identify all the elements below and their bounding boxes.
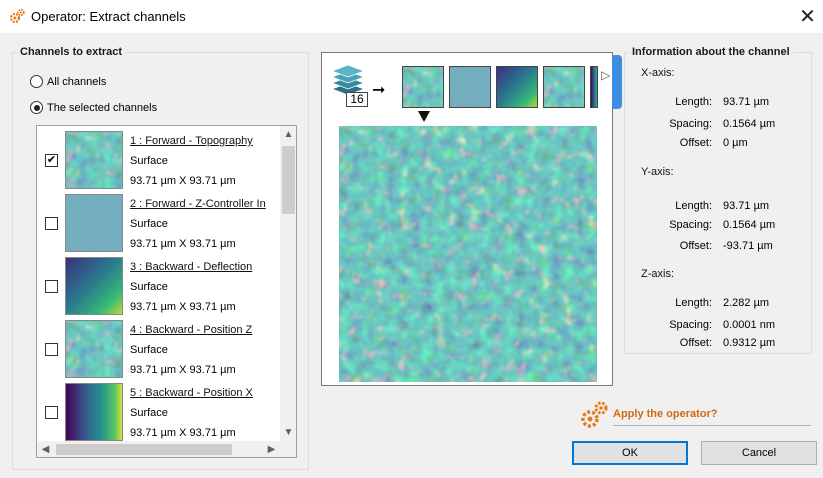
channel-checkbox[interactable] xyxy=(45,343,58,356)
radio-selected-channels[interactable]: The selected channels xyxy=(30,101,157,114)
gears-icon xyxy=(581,401,608,428)
vertical-scrollbar[interactable]: ▲ ▼ xyxy=(280,126,296,441)
apply-operator-row: Apply the operator? xyxy=(580,400,812,430)
list-item[interactable]: 3 : Backward - Deflection Surface 93.71 … xyxy=(37,255,280,318)
x-offset-key: Offset: xyxy=(679,137,712,149)
channel-size: 93.71 µm X 93.71 µm xyxy=(130,175,236,187)
channel-checkbox[interactable] xyxy=(45,217,58,230)
strip-thumbnail[interactable] xyxy=(496,66,538,108)
z-spacing-key: Spacing: xyxy=(669,319,712,331)
apply-operator-label: Apply the operator? xyxy=(613,408,718,420)
channel-thumbnail xyxy=(65,131,123,189)
chevron-left-icon[interactable]: ◀ xyxy=(37,441,54,457)
cancel-button[interactable]: Cancel xyxy=(701,441,817,465)
y-length-value: 93.71 µm xyxy=(723,200,770,212)
channel-name[interactable]: 5 : Backward - Position X xyxy=(130,387,272,399)
y-spacing-key: Spacing: xyxy=(669,219,712,231)
strip-thumbnail[interactable] xyxy=(543,66,585,108)
channel-name[interactable]: 1 : Forward - Topography xyxy=(130,135,272,147)
strip-thumbnail[interactable] xyxy=(590,66,598,108)
channel-size: 93.71 µm X 93.71 µm xyxy=(130,427,236,439)
info-group-title: Information about the channel xyxy=(629,46,793,58)
channel-thumbnail xyxy=(65,383,123,441)
z-offset-value: 0.9312 µm xyxy=(723,337,776,349)
channel-preview-image xyxy=(339,126,597,382)
z-axis-label: Z-axis: xyxy=(641,268,674,280)
z-length-key: Length: xyxy=(675,297,712,309)
radio-label: The selected channels xyxy=(47,101,158,114)
x-offset-value: 0 µm xyxy=(723,137,748,149)
x-length-value: 93.71 µm xyxy=(723,96,770,108)
list-item[interactable]: 4 : Backward - Position Z Surface 93.71 … xyxy=(37,318,280,381)
channel-type: Surface xyxy=(130,344,168,356)
ok-button[interactable]: OK xyxy=(572,441,688,465)
channel-type: Surface xyxy=(130,407,168,419)
chevron-right-icon[interactable]: ▷ xyxy=(601,68,610,82)
selection-marker-icon xyxy=(418,111,430,122)
channel-size: 93.71 µm X 93.71 µm xyxy=(130,364,236,376)
strip-thumbnail[interactable] xyxy=(449,66,491,108)
y-offset-key: Offset: xyxy=(679,240,712,252)
radio-all-channels[interactable]: All channels xyxy=(30,75,106,88)
stack-count: 16 xyxy=(346,92,368,107)
channel-thumbnail xyxy=(65,257,123,315)
channel-type: Surface xyxy=(130,281,168,293)
channel-name[interactable]: 4 : Backward - Position Z xyxy=(130,324,272,336)
channels-group-title: Channels to extract xyxy=(17,46,126,58)
chevron-down-icon[interactable]: ▼ xyxy=(280,424,296,441)
preview-panel: 16 ➞ ▷ xyxy=(321,52,622,386)
strip-thumbnail[interactable] xyxy=(402,66,444,108)
x-spacing-key: Spacing: xyxy=(669,118,712,130)
z-spacing-value: 0.0001 nm xyxy=(723,319,775,331)
list-item[interactable]: 2 : Forward - Z-Controller In Surface 93… xyxy=(37,192,280,255)
scroll-corner xyxy=(280,441,296,457)
scrollbar-thumb[interactable] xyxy=(56,444,232,455)
divider xyxy=(613,425,811,426)
title-bar: Operator: Extract channels ✕ xyxy=(0,0,823,33)
x-spacing-value: 0.1564 µm xyxy=(723,118,776,130)
y-spacing-value: 0.1564 µm xyxy=(723,219,776,231)
scrollbar-thumb[interactable] xyxy=(282,146,295,214)
channel-size: 93.71 µm X 93.71 µm xyxy=(130,301,236,313)
side-panel-tab[interactable] xyxy=(612,55,622,109)
radio-label: All channels xyxy=(47,75,107,88)
channel-checkbox[interactable]: ✔ xyxy=(45,154,58,167)
x-axis-label: X-axis: xyxy=(641,67,675,79)
y-length-key: Length: xyxy=(675,200,712,212)
list-item[interactable]: 5 : Backward - Position X Surface 93.71 … xyxy=(37,381,280,444)
gears-icon xyxy=(9,8,25,24)
radio-button[interactable] xyxy=(30,101,43,114)
x-length-key: Length: xyxy=(675,96,712,108)
horizontal-scrollbar[interactable]: ◀ ▶ xyxy=(37,441,280,457)
window-title: Operator: Extract channels xyxy=(31,9,186,24)
chevron-up-icon[interactable]: ▲ xyxy=(280,126,296,143)
channel-thumbnail xyxy=(65,320,123,378)
radio-button[interactable] xyxy=(30,75,43,88)
arrow-right-icon: ➞ xyxy=(372,82,386,99)
channel-list[interactable]: ✔ 1 : Forward - Topography Surface 93.71… xyxy=(36,125,297,458)
channel-size: 93.71 µm X 93.71 µm xyxy=(130,238,236,250)
list-item[interactable]: ✔ 1 : Forward - Topography Surface 93.71… xyxy=(37,129,280,192)
chevron-right-icon[interactable]: ▶ xyxy=(263,441,280,457)
channel-name[interactable]: 2 : Forward - Z-Controller In xyxy=(130,198,272,210)
y-axis-label: Y-axis: xyxy=(641,166,674,178)
z-offset-key: Offset: xyxy=(679,337,712,349)
close-icon[interactable]: ✕ xyxy=(792,0,823,33)
z-length-value: 2.282 µm xyxy=(723,297,770,309)
channel-thumbnail xyxy=(65,194,123,252)
channel-type: Surface xyxy=(130,155,168,167)
channel-name[interactable]: 3 : Backward - Deflection xyxy=(130,261,272,273)
channel-type: Surface xyxy=(130,218,168,230)
channel-checkbox[interactable] xyxy=(45,280,58,293)
channel-checkbox[interactable] xyxy=(45,406,58,419)
y-offset-value: -93.71 µm xyxy=(723,240,773,252)
